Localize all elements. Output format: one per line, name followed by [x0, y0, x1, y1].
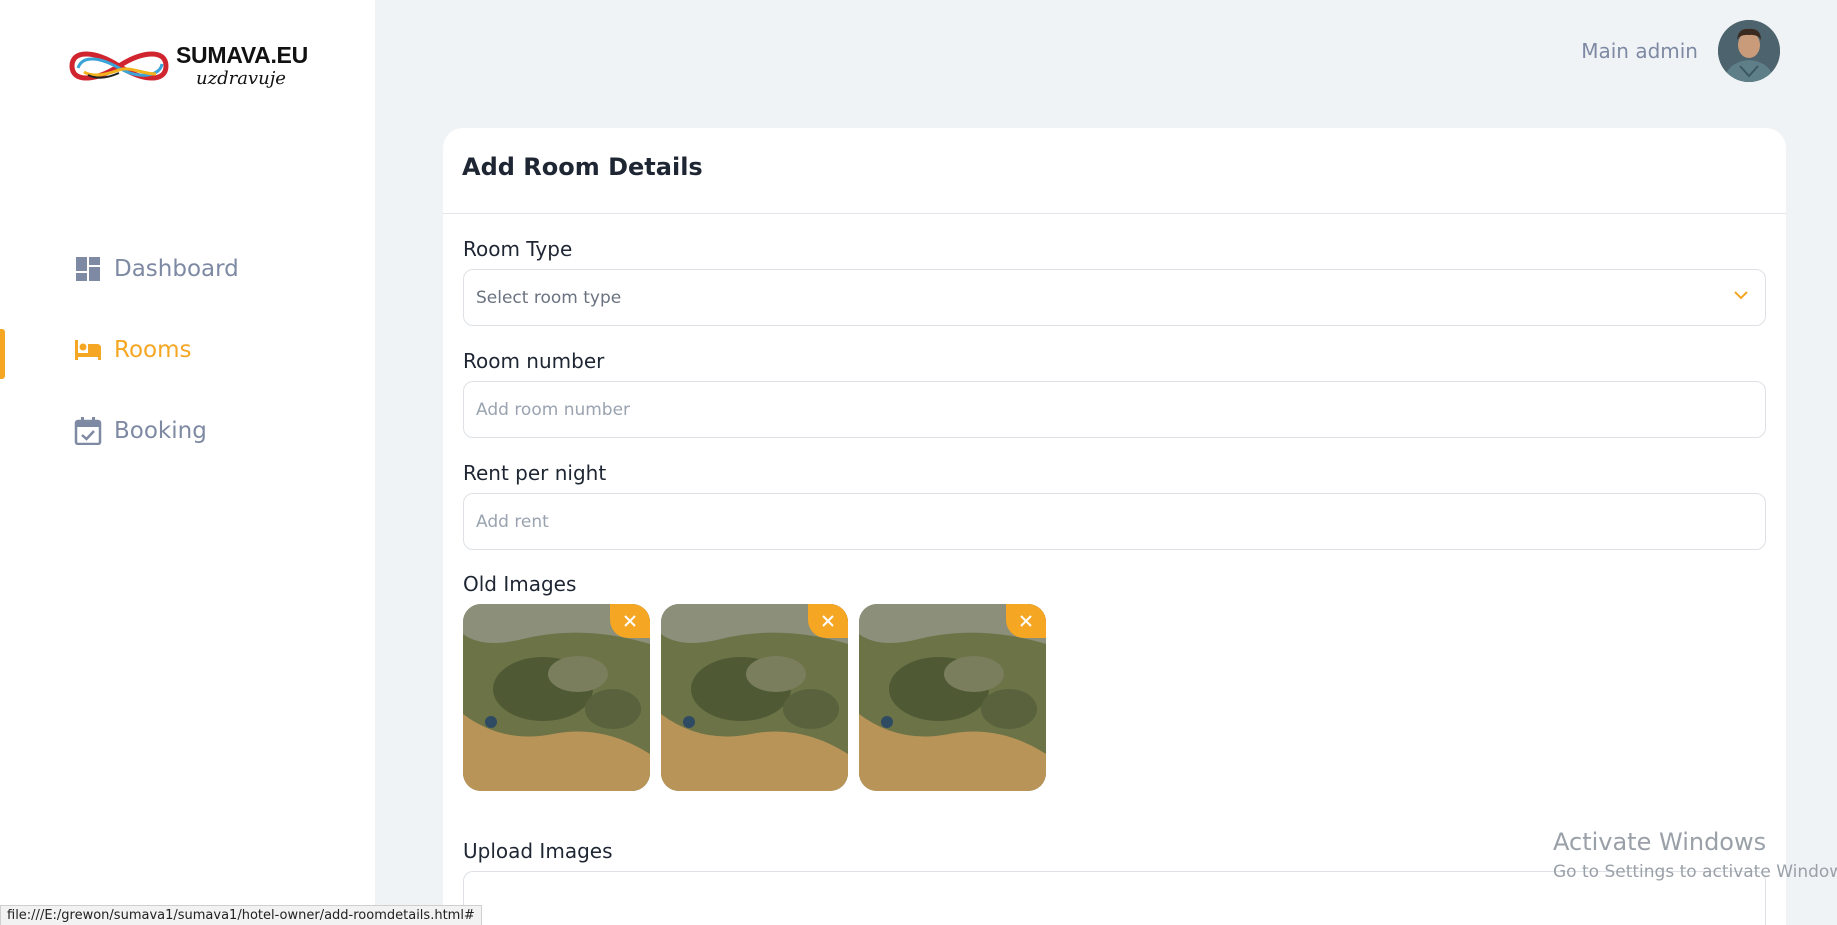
- status-url: file:///E:/grewon/sumava1/sumava1/hotel-…: [7, 908, 475, 923]
- old-images-field: Old Images: [463, 572, 1766, 791]
- room-number-input[interactable]: Add room number: [463, 381, 1766, 438]
- calendar-check-icon: [74, 416, 102, 445]
- sidebar-item-label: Dashboard: [114, 255, 239, 282]
- remove-image-button[interactable]: [610, 604, 650, 638]
- room-image-thumbnail[interactable]: [859, 604, 1046, 791]
- user-name: Main admin: [1581, 39, 1698, 63]
- old-images-label: Old Images: [463, 572, 577, 596]
- windows-activation-watermark: Activate Windows Go to Settings to activ…: [1553, 828, 1837, 882]
- sidebar-item-rooms[interactable]: Rooms: [0, 309, 375, 390]
- close-icon: [1020, 615, 1032, 627]
- chevron-down-icon: [1734, 291, 1748, 300]
- add-room-card: Add Room Details Room Type Select room t…: [443, 128, 1786, 925]
- sidebar-item-dashboard[interactable]: Dashboard: [0, 228, 375, 309]
- dashboard-icon: [74, 255, 102, 283]
- rent-placeholder: Add rent: [476, 511, 549, 532]
- sidebar-item-booking[interactable]: Booking: [0, 390, 375, 471]
- sidebar: SUMAVA.EU uzdravuje Dashboard Rooms Book…: [0, 0, 375, 925]
- rent-label: Rent per night: [463, 461, 607, 485]
- remove-image-button[interactable]: [1006, 604, 1046, 638]
- remove-image-button[interactable]: [808, 604, 848, 638]
- avatar[interactable]: [1718, 20, 1780, 82]
- browser-status-bar: file:///E:/grewon/sumava1/sumava1/hotel-…: [0, 905, 482, 925]
- watermark-subtitle: Go to Settings to activate Windows.: [1553, 862, 1837, 882]
- brand-logo[interactable]: SUMAVA.EU uzdravuje: [64, 38, 324, 94]
- rent-input[interactable]: Add rent: [463, 493, 1766, 550]
- room-number-label: Room number: [463, 349, 605, 373]
- old-images-list: [463, 604, 1766, 791]
- user-menu[interactable]: Main admin: [1581, 20, 1780, 82]
- watermark-title: Activate Windows: [1553, 828, 1767, 856]
- room-image-thumbnail[interactable]: [661, 604, 848, 791]
- brand-tagline: uzdravuje: [196, 68, 286, 89]
- room-number-field: Room number Add room number: [463, 349, 1766, 438]
- room-type-field: Room Type Select room type: [463, 237, 1766, 326]
- sidebar-item-label: Booking: [114, 417, 207, 444]
- room-image-thumbnail[interactable]: [463, 604, 650, 791]
- room-type-label: Room Type: [463, 237, 573, 261]
- sidebar-nav: Dashboard Rooms Booking: [0, 228, 375, 471]
- room-type-select[interactable]: Select room type: [463, 269, 1766, 326]
- sidebar-item-label: Rooms: [114, 336, 192, 363]
- room-type-placeholder: Select room type: [476, 287, 622, 308]
- close-icon: [624, 615, 636, 627]
- room-number-placeholder: Add room number: [476, 399, 631, 420]
- bed-icon: [74, 336, 102, 364]
- rent-field: Rent per night Add rent: [463, 461, 1766, 550]
- page-title: Add Room Details: [443, 128, 1786, 214]
- close-icon: [822, 615, 834, 627]
- brand-name: SUMAVA.EU: [176, 42, 308, 68]
- infinity-logo-icon: [69, 51, 169, 81]
